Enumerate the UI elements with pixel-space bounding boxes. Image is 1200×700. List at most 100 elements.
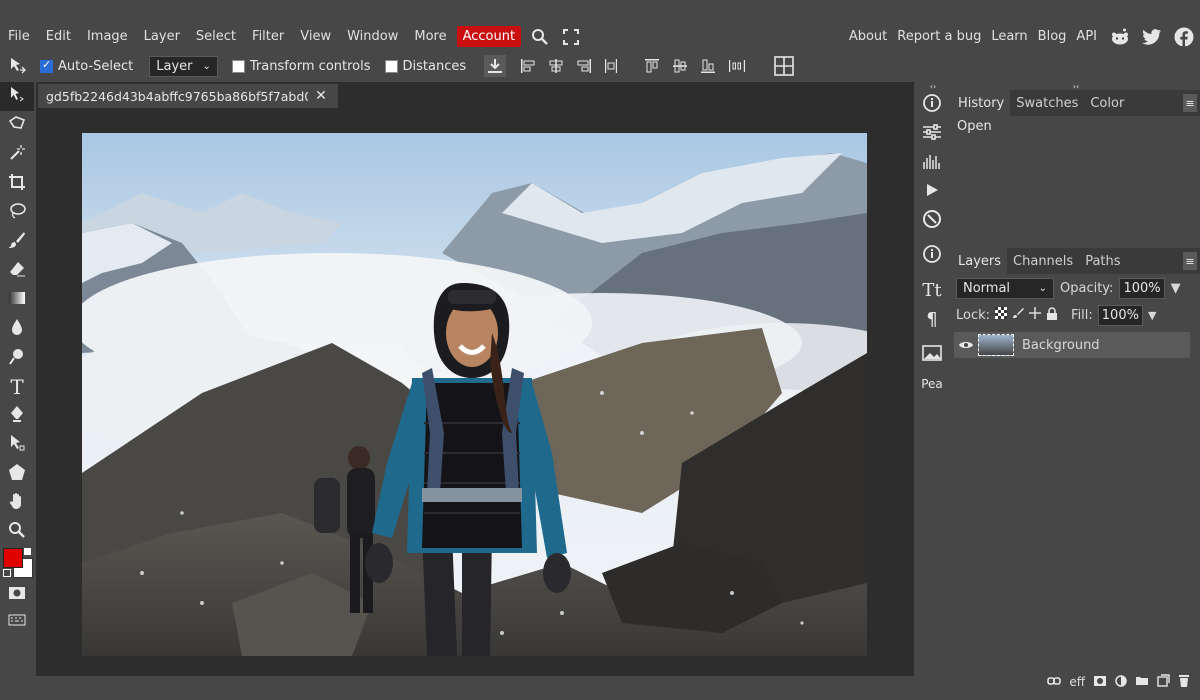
- distances-checkbox[interactable]: Distances: [384, 59, 466, 74]
- menu-file[interactable]: File: [0, 29, 38, 44]
- path-select-tool[interactable]: [0, 430, 34, 459]
- distribute-h-icon[interactable]: [604, 58, 618, 74]
- transform-controls-checkbox[interactable]: Transform controls: [231, 59, 371, 74]
- actions-button[interactable]: [914, 177, 950, 206]
- shape-tool[interactable]: [0, 459, 34, 488]
- eraser-tool[interactable]: [0, 256, 34, 285]
- auto-select-checkbox[interactable]: Auto-Select: [40, 58, 133, 74]
- lasso-tool[interactable]: [0, 198, 34, 227]
- auto-select-box[interactable]: [40, 58, 53, 73]
- menu-window[interactable]: Window: [339, 29, 406, 44]
- document-tab[interactable]: gd5fb2246d43b4abffc9765ba86bf5f7abd0aeb …: [38, 84, 338, 108]
- folder-icon[interactable]: [1135, 675, 1149, 689]
- grid-icon[interactable]: [774, 56, 794, 76]
- type-tool[interactable]: T: [0, 372, 34, 401]
- close-icon[interactable]: ✕: [308, 88, 334, 104]
- lasso-select-tool[interactable]: [0, 111, 34, 140]
- tab-swatches[interactable]: Swatches: [1010, 90, 1084, 116]
- adjustment-icon[interactable]: [1115, 674, 1127, 690]
- eye-icon[interactable]: [954, 340, 978, 350]
- collapse-arrows-icon[interactable]: ›‹: [952, 82, 1200, 91]
- blur-tool[interactable]: [0, 314, 34, 343]
- learn-link[interactable]: Learn: [986, 29, 1032, 44]
- menu-image[interactable]: Image: [79, 29, 136, 44]
- menu-select[interactable]: Select: [188, 29, 244, 44]
- twitter-icon[interactable]: [1142, 28, 1162, 45]
- document-canvas-image[interactable]: [82, 133, 867, 656]
- facebook-icon[interactable]: [1174, 27, 1194, 47]
- menu-view[interactable]: View: [292, 29, 339, 44]
- report-bug-link[interactable]: Report a bug: [892, 29, 986, 44]
- distribute-v-icon[interactable]: [728, 59, 746, 73]
- layer-row[interactable]: Background: [954, 332, 1190, 358]
- history-entry[interactable]: Open: [952, 116, 1200, 137]
- hand-tool[interactable]: [0, 488, 34, 517]
- dodge-tool[interactable]: [0, 343, 34, 372]
- tab-history[interactable]: History: [952, 90, 1011, 116]
- zoom-tool[interactable]: [0, 517, 34, 546]
- navigator-button[interactable]: [914, 206, 950, 235]
- distances-box[interactable]: [384, 59, 398, 73]
- blog-link[interactable]: Blog: [1033, 29, 1072, 44]
- align-left-icon[interactable]: [520, 58, 536, 74]
- account-button[interactable]: Account: [456, 26, 522, 47]
- api-link[interactable]: API: [1071, 29, 1102, 44]
- gradient-tool[interactable]: [0, 285, 34, 314]
- lock-all-icon[interactable]: [1046, 306, 1058, 324]
- tab-color[interactable]: Color: [1084, 90, 1130, 116]
- paragraph-button[interactable]: ¶: [914, 305, 950, 334]
- align-center-h-icon[interactable]: [548, 58, 564, 74]
- fill-input[interactable]: 100%: [1097, 304, 1143, 326]
- reddit-icon[interactable]: [1110, 28, 1130, 46]
- menu-more[interactable]: More: [406, 29, 454, 44]
- lock-paint-icon[interactable]: [1012, 307, 1025, 323]
- character-button[interactable]: Tt: [914, 276, 950, 305]
- fullscreen-icon[interactable]: [563, 28, 580, 45]
- quick-mask-tool[interactable]: [0, 580, 34, 609]
- info-button-2[interactable]: [914, 241, 950, 270]
- foreground-color-swatch[interactable]: [3, 548, 23, 568]
- new-layer-icon[interactable]: [1157, 674, 1170, 690]
- info-button[interactable]: [914, 90, 950, 119]
- trash-icon[interactable]: [1178, 674, 1190, 690]
- panel-menu-icon[interactable]: ≡: [1183, 94, 1197, 112]
- image-panel-button[interactable]: [914, 340, 950, 369]
- move-tool[interactable]: [0, 82, 34, 111]
- align-right-icon[interactable]: [576, 58, 592, 74]
- opacity-input[interactable]: 100%: [1119, 277, 1165, 299]
- effects-button[interactable]: eff: [1069, 675, 1085, 689]
- menu-filter[interactable]: Filter: [244, 29, 292, 44]
- keyboard-tool[interactable]: [0, 609, 34, 631]
- properties-button[interactable]: [914, 119, 950, 148]
- fill-dropdown-icon[interactable]: ▼: [1148, 309, 1156, 322]
- align-middle-v-icon[interactable]: [672, 58, 688, 74]
- download-icon[interactable]: [484, 55, 507, 77]
- panel-menu-icon[interactable]: ≡: [1183, 252, 1197, 270]
- lock-move-icon[interactable]: [1029, 307, 1042, 323]
- search-icon[interactable]: [531, 28, 549, 46]
- color-swatches[interactable]: [0, 546, 34, 580]
- link-icon[interactable]: [1047, 675, 1062, 689]
- pen-tool[interactable]: [0, 401, 34, 430]
- transform-controls-box[interactable]: [231, 59, 245, 73]
- align-top-icon[interactable]: [644, 58, 660, 74]
- histogram-button[interactable]: [914, 148, 950, 177]
- blend-mode-select[interactable]: Normal ⌄: [956, 277, 1054, 299]
- mask-icon[interactable]: [1093, 675, 1107, 690]
- opacity-dropdown-icon[interactable]: ▼: [1171, 281, 1181, 296]
- layer-select[interactable]: Layer ⌄: [149, 55, 218, 77]
- tab-channels[interactable]: Channels: [1007, 248, 1079, 274]
- align-bottom-icon[interactable]: [700, 58, 716, 74]
- collapse-arrows-icon[interactable]: ‹›: [914, 82, 952, 91]
- brush-tool[interactable]: [0, 227, 34, 256]
- default-colors-icon[interactable]: [3, 569, 11, 577]
- menu-edit[interactable]: Edit: [38, 29, 79, 44]
- crop-tool[interactable]: [0, 169, 34, 198]
- swap-colors-icon[interactable]: [24, 548, 31, 555]
- magic-wand-tool[interactable]: [0, 140, 34, 169]
- layer-name[interactable]: Background: [1022, 338, 1100, 353]
- pea-panel-button[interactable]: Pea: [914, 369, 950, 398]
- menu-layer[interactable]: Layer: [136, 29, 188, 44]
- tab-layers[interactable]: Layers: [952, 248, 1008, 274]
- lock-transparency-icon[interactable]: [995, 307, 1008, 323]
